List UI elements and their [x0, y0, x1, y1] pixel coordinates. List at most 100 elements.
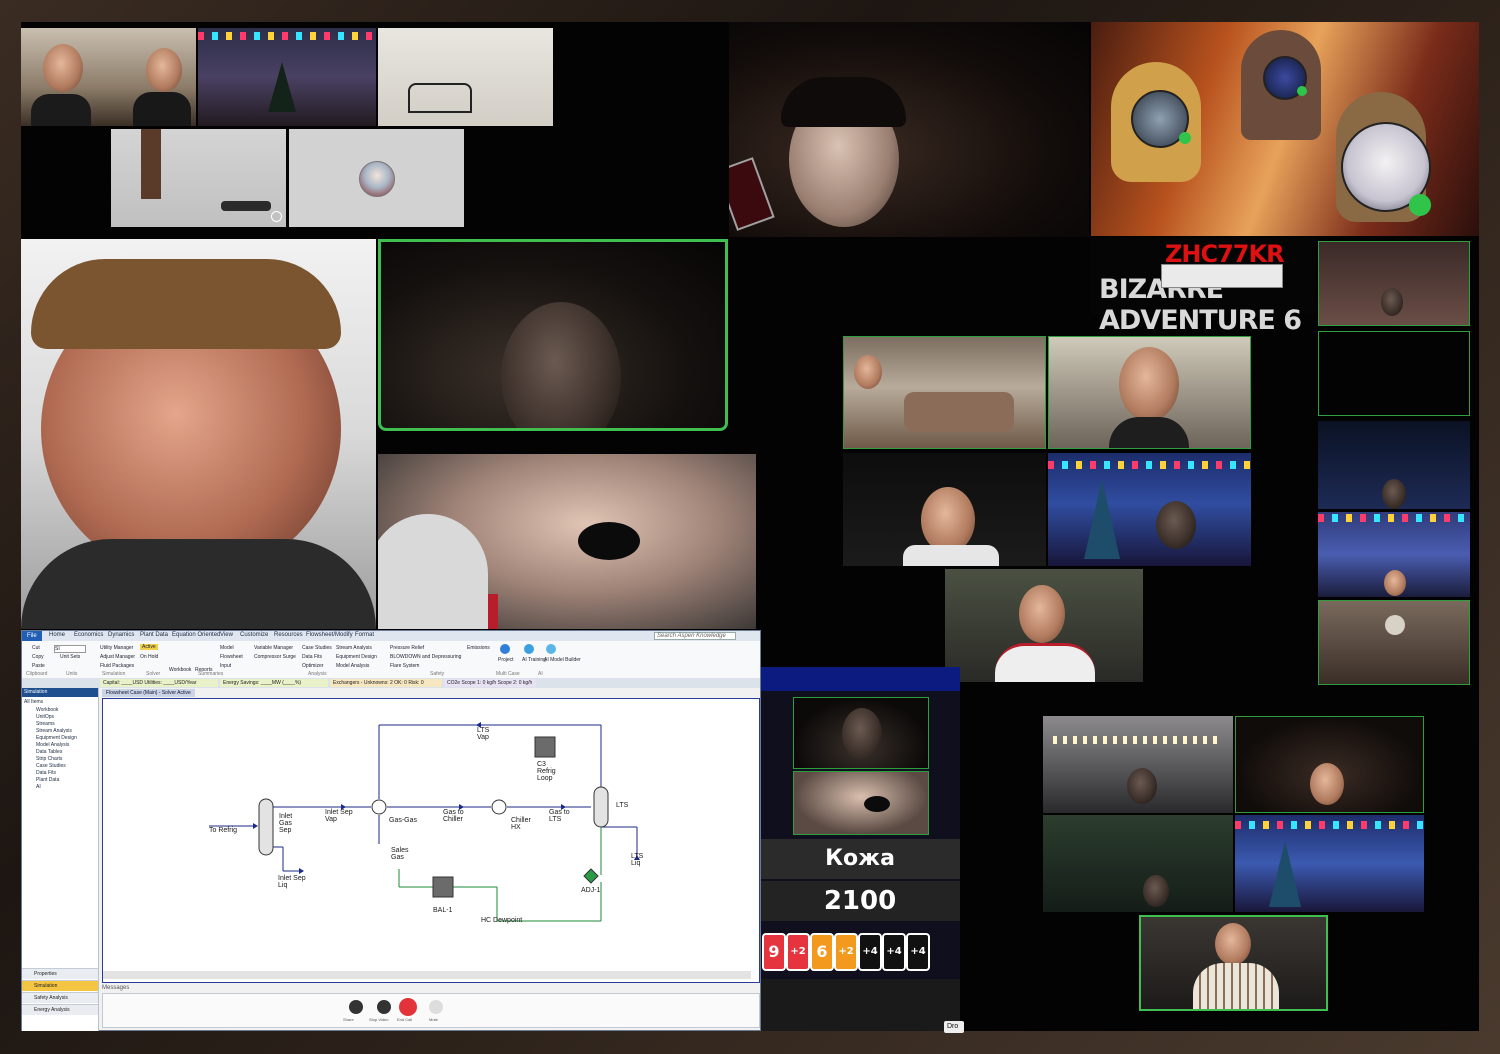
game-video-dark[interactable]	[793, 697, 929, 769]
video-button[interactable]	[377, 1000, 391, 1014]
adjust-block[interactable]	[583, 868, 599, 884]
nav-item[interactable]: Data Tables	[36, 749, 62, 755]
unit-label[interactable]: BAL-1	[433, 907, 452, 914]
video-tile-right-1[interactable]	[1318, 241, 1470, 326]
compressor-surge[interactable]: Compressor Surge	[254, 654, 296, 660]
ai-model-builder-button[interactable]: AI Model Builder	[544, 657, 581, 663]
video-tile-right-3[interactable]	[1318, 421, 1470, 509]
gas-gas-exchanger[interactable]	[371, 799, 387, 815]
cut-button[interactable]: Cut	[32, 645, 40, 651]
video-tile-avatar-only[interactable]	[289, 129, 464, 227]
uno-card[interactable]: +2	[786, 933, 810, 971]
stream-label[interactable]: Inlet Sep Liq	[278, 875, 306, 889]
menu-format[interactable]: Format	[355, 632, 374, 638]
model-analysis[interactable]: Model Analysis	[336, 663, 369, 669]
kpi-co2[interactable]: CO2e Scope 1: 0 kg/h Scope 2: 0 kg/h	[444, 679, 536, 687]
unit-sets-button[interactable]: Unit Sets	[60, 654, 80, 660]
adjust-manager[interactable]: Adjust Manager	[100, 654, 135, 660]
unit-label[interactable]: C3 Refrig Loop	[537, 761, 556, 782]
stream-label[interactable]: Gas to Chiller	[443, 809, 464, 823]
stream-label[interactable]: Sales Gas	[391, 847, 409, 861]
uno-card[interactable]: +2	[834, 933, 858, 971]
case-studies[interactable]: Case Studies	[302, 645, 332, 651]
uno-card[interactable]: +4	[858, 933, 882, 971]
equipment-design[interactable]: Equipment Design	[336, 654, 377, 660]
kpi-energy[interactable]: Energy Savings: ____MW (____%)	[220, 679, 328, 687]
solver-active-toggle[interactable]: Active	[140, 644, 158, 650]
stream-label[interactable]: HC Dewpoint	[481, 917, 522, 924]
nav-properties[interactable]: Properties	[22, 968, 98, 979]
chiller-exchanger[interactable]	[491, 799, 507, 815]
stream-analysis[interactable]: Stream Analysis	[336, 645, 372, 651]
share-button[interactable]	[349, 1000, 363, 1014]
nav-item[interactable]: UnitOps	[36, 714, 54, 720]
video-tile-two-guys[interactable]	[21, 28, 196, 126]
video-tile-mic-closeup[interactable]	[378, 454, 756, 629]
video-tile-dark-headset[interactable]	[378, 239, 728, 431]
project-button[interactable]: Project	[498, 657, 514, 663]
video-tile-empty-room[interactable]	[111, 129, 286, 227]
nav-energy-analysis[interactable]: Energy Analysis	[22, 1004, 98, 1015]
video-tile-dark-right[interactable]	[1235, 716, 1424, 813]
video-tile-sweater[interactable]	[1139, 915, 1328, 1011]
unit-label[interactable]: LTS	[616, 802, 628, 809]
nav-item[interactable]: Streams	[36, 721, 55, 727]
uno-card[interactable]: 6	[810, 933, 834, 971]
video-tile-thinking[interactable]	[945, 569, 1143, 682]
menu-file[interactable]: File	[22, 631, 42, 641]
search-aspen-knowledge[interactable]: Search Aspen Knowledge	[654, 632, 736, 640]
kpi-exchangers[interactable]: Exchangers - Unknowns: 2 OK: 0 Risk: 0	[330, 679, 442, 687]
video-tile-bright-room[interactable]	[378, 28, 553, 126]
pfd-horizontal-scrollbar[interactable]	[103, 971, 751, 979]
menu-plant-data[interactable]: Plant Data	[140, 632, 168, 638]
video-tile-right-5[interactable]	[1318, 600, 1470, 685]
emissions-button[interactable]: Emissions	[467, 645, 490, 651]
nav-item[interactable]: AI	[36, 784, 41, 790]
uno-card[interactable]: +4	[906, 933, 930, 971]
mute-button[interactable]	[429, 1000, 443, 1014]
game-video-mic[interactable]	[793, 771, 929, 835]
end-call-button[interactable]	[399, 998, 417, 1016]
unit-label[interactable]: Chiller HX	[511, 817, 531, 831]
unit-label[interactable]: ADJ-1	[581, 887, 600, 894]
nav-item[interactable]: Workbook	[36, 707, 58, 713]
paste-button[interactable]: Paste	[32, 663, 45, 669]
menu-equation-oriented[interactable]: Equation Oriented	[172, 632, 220, 638]
stream-label[interactable]: To Refrig	[209, 827, 237, 834]
unit-label[interactable]: Inlet Gas Sep	[279, 813, 292, 834]
blowdown-depressuring[interactable]: BLOWDOWN and Depressuring	[390, 654, 461, 660]
unit-select[interactable]: SI	[54, 645, 86, 653]
workbook-button[interactable]: Workbook	[169, 667, 191, 673]
pressure-relief[interactable]: Pressure Relief	[390, 645, 424, 651]
video-tile-headset-grin[interactable]	[729, 22, 1089, 237]
ai-training-button[interactable]: AI Training	[522, 657, 546, 663]
menu-resources[interactable]: Resources	[274, 632, 303, 638]
video-tile-festive-lights[interactable]	[1048, 453, 1251, 566]
video-tile-right-2[interactable]	[1318, 331, 1470, 416]
nav-safety-analysis[interactable]: Safety Analysis	[22, 992, 98, 1003]
menu-home[interactable]: Home	[49, 632, 65, 638]
nav-item[interactable]: Strip Charts	[36, 756, 62, 762]
nav-filter[interactable]: All Items	[24, 699, 43, 705]
stream-label[interactable]: LTS Liq	[631, 853, 643, 867]
nav-item[interactable]: Stream Analysis	[36, 728, 72, 734]
optimizer[interactable]: Optimizer	[302, 663, 323, 669]
drop-button[interactable]: Dro	[944, 1021, 964, 1033]
uno-card[interactable]: 9	[762, 933, 786, 971]
copy-button[interactable]: Copy	[32, 654, 44, 660]
nav-item[interactable]: Data Fits	[36, 770, 56, 776]
video-tile-closeup-grin[interactable]	[21, 239, 376, 629]
uno-card[interactable]: +4	[882, 933, 906, 971]
fluid-packages[interactable]: Fluid Packages	[100, 663, 134, 669]
stream-label[interactable]: Gas to LTS	[549, 809, 570, 823]
flare-system[interactable]: Flare System	[390, 663, 419, 669]
stream-label[interactable]: LTS Vap	[477, 727, 489, 741]
video-tile-bedroom[interactable]	[843, 336, 1046, 449]
model-button[interactable]: Model	[220, 645, 234, 651]
video-tile-mirror-room[interactable]	[1043, 815, 1233, 912]
menu-economics[interactable]: Economics	[74, 632, 103, 638]
nav-simulation[interactable]: Simulation	[22, 980, 98, 991]
nav-item[interactable]: Model Analysis	[36, 742, 69, 748]
flowsheet-tab[interactable]: Flowsheet Case (Main) - Solver Active	[102, 689, 195, 697]
nav-item[interactable]: Equipment Design	[36, 735, 77, 741]
